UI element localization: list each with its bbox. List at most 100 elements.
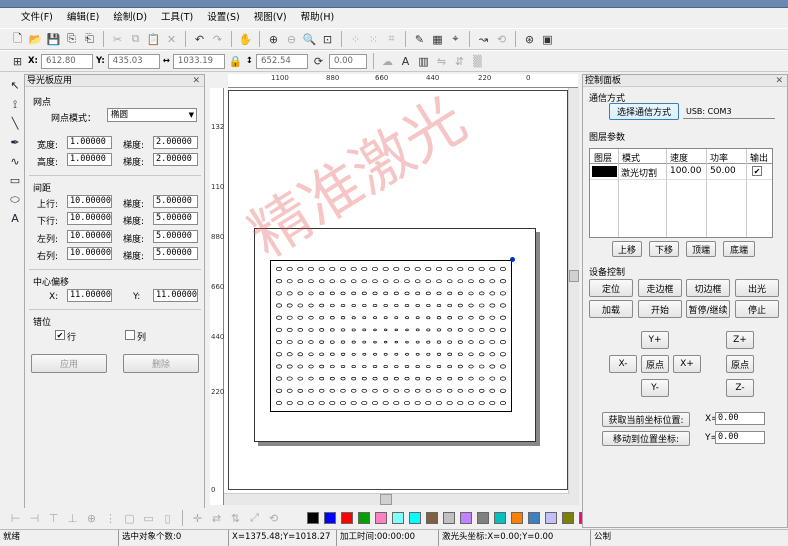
align-center-icon[interactable]: ⊕ — [84, 511, 99, 526]
simulate-icon[interactable]: ⊛ — [522, 32, 537, 47]
array-icon[interactable]: ▦ — [430, 32, 445, 47]
offset-x-field[interactable]: 11.00000 — [67, 289, 112, 302]
dot-pattern-area[interactable] — [270, 260, 512, 412]
apply-button[interactable]: 应用 — [31, 354, 107, 373]
gradient-field[interactable]: 5.00000 — [153, 230, 198, 243]
pause-resume-button[interactable]: 暂停/继续 — [686, 300, 730, 318]
move-top-button[interactable]: 顶端 — [686, 241, 716, 257]
rectangle-tool-icon[interactable]: ▭ — [5, 171, 25, 190]
jog-z-plus-button[interactable]: Z+ — [726, 331, 754, 349]
layer-output-checkbox[interactable]: ✔ — [752, 166, 762, 176]
preview-icon[interactable]: ▣ — [540, 32, 555, 47]
zoom-all-icon[interactable]: 🔍 — [302, 32, 317, 47]
zoom-page-icon[interactable]: ⊡ — [320, 32, 335, 47]
pan-hand-icon[interactable]: ✋ — [238, 32, 253, 47]
jog-x-plus-button[interactable]: X+ — [673, 355, 701, 373]
new-file-icon[interactable]: 🗋 — [10, 32, 25, 47]
menu-edit[interactable]: 编辑(E) — [60, 9, 106, 27]
vertical-scrollbar[interactable] — [568, 88, 579, 505]
save-icon[interactable]: 💾 — [46, 32, 61, 47]
select-arrow-icon[interactable]: ↖ — [5, 76, 25, 95]
fill-icon[interactable]: ▒ — [470, 54, 485, 69]
load-button[interactable]: 加载 — [589, 300, 633, 318]
layer-mode-cell[interactable]: 激光切割 — [621, 166, 657, 179]
color-swatch[interactable] — [528, 512, 540, 524]
width-field[interactable]: 1033.19 — [172, 53, 225, 69]
menu-tools[interactable]: 工具(T) — [154, 9, 200, 27]
cut-icon[interactable]: ✂ — [110, 32, 125, 47]
move-icon[interactable]: ✛ — [190, 511, 205, 526]
height-field[interactable]: 652.54 — [256, 53, 309, 69]
ungroup-icon[interactable]: ⁙ — [366, 32, 381, 47]
layer-power-cell[interactable]: 50.00 — [710, 166, 736, 176]
align-bottom-icon[interactable]: ⊥ — [65, 511, 80, 526]
dot-width-field[interactable]: 1.00000 — [67, 136, 112, 149]
z-origin-button[interactable]: 原点 — [726, 355, 754, 373]
close-icon[interactable]: ✕ — [192, 75, 200, 87]
same-height-icon[interactable]: ▯ — [160, 511, 175, 526]
curve-tool-icon[interactable]: ∿ — [5, 152, 25, 171]
xy-origin-button[interactable]: 原点 — [641, 355, 669, 373]
mirror-icon[interactable]: ⇄ — [209, 511, 224, 526]
anchor-handle[interactable] — [510, 257, 515, 262]
layer-color-swatch[interactable] — [592, 166, 617, 177]
flip-icon[interactable]: ⇅ — [228, 511, 243, 526]
import-icon[interactable]: ⎘ — [64, 32, 79, 47]
zoom-out-icon[interactable]: ⊖ — [284, 32, 299, 47]
jog-y-minus-button[interactable]: Y- — [641, 379, 669, 397]
lock-ratio-icon[interactable]: 🔒 — [228, 54, 243, 69]
jog-x-minus-button[interactable]: X- — [609, 355, 637, 373]
gradient-field[interactable]: 5.00000 — [153, 247, 198, 260]
jog-y-plus-button[interactable]: Y+ — [641, 331, 669, 349]
color-swatch[interactable] — [562, 512, 574, 524]
move-to-position-button[interactable]: 移动到位置坐标: — [602, 431, 690, 446]
angle-field[interactable]: 0.00 — [329, 53, 368, 69]
color-swatch[interactable] — [545, 512, 557, 524]
align-left-icon[interactable]: ⊢ — [8, 511, 23, 526]
spacing-field[interactable]: 10.00000 — [67, 195, 112, 208]
color-swatch[interactable] — [494, 512, 506, 524]
mirror-h-icon[interactable]: ⇋ — [434, 54, 449, 69]
paste-icon[interactable]: 📋 — [146, 32, 161, 47]
line-tool-icon[interactable]: ╲ — [5, 114, 25, 133]
menu-view[interactable]: 视图(V) — [247, 9, 294, 27]
group-icon[interactable]: ⁘ — [348, 32, 363, 47]
close-icon[interactable]: ✕ — [775, 75, 783, 87]
undo-icon[interactable]: ↶ — [192, 32, 207, 47]
jog-z-minus-button[interactable]: Z- — [726, 379, 754, 397]
menu-file[interactable]: 文件(F) — [14, 9, 60, 27]
color-swatch[interactable] — [324, 512, 336, 524]
open-folder-icon[interactable]: 📂 — [28, 32, 43, 47]
distribute-icon[interactable]: ⋮ — [103, 511, 118, 526]
rotate-icon[interactable]: ⟳ — [311, 54, 326, 69]
color-swatch[interactable] — [375, 512, 387, 524]
redo-icon[interactable]: ↷ — [210, 32, 225, 47]
ellipse-tool-icon[interactable]: ⬭ — [5, 190, 25, 209]
menu-help[interactable]: 帮助(H) — [294, 9, 342, 27]
optimize-icon[interactable]: ⟲ — [494, 32, 509, 47]
move-down-button[interactable]: 下移 — [649, 241, 679, 257]
gradient-field[interactable]: 5.00000 — [153, 195, 198, 208]
text-tool-icon[interactable]: A — [5, 209, 25, 228]
color-swatch[interactable] — [443, 512, 455, 524]
dot-height-field[interactable]: 1.00000 — [67, 153, 112, 166]
x-position-field[interactable]: 612.80 — [40, 53, 93, 69]
rotate-small-icon[interactable]: ⟲ — [266, 511, 281, 526]
stagger-col-checkbox[interactable] — [125, 330, 135, 340]
color-swatch[interactable] — [511, 512, 523, 524]
spacing-field[interactable]: 10.00000 — [67, 212, 112, 225]
color-swatch[interactable] — [426, 512, 438, 524]
grid-icon[interactable]: ⊞ — [10, 54, 25, 69]
y-position-field[interactable]: 435.03 — [107, 53, 160, 69]
menu-draw[interactable]: 绘制(D) — [106, 9, 154, 27]
move-up-button[interactable]: 上移 — [612, 241, 642, 257]
same-size-icon[interactable]: ▢ — [122, 511, 137, 526]
combine-icon[interactable]: ⌗ — [384, 32, 399, 47]
get-position-button[interactable]: 获取当前坐标位置: — [602, 412, 690, 427]
stop-button[interactable]: 停止 — [735, 300, 779, 318]
x-coordinate-field[interactable]: 0.00 — [715, 412, 765, 425]
align-top-icon[interactable]: ⊤ — [46, 511, 61, 526]
offset-y-field[interactable]: 11.00000 — [153, 289, 198, 302]
node-edit-icon[interactable]: ✎ — [412, 32, 427, 47]
barcode-icon[interactable]: ▥ — [416, 54, 431, 69]
